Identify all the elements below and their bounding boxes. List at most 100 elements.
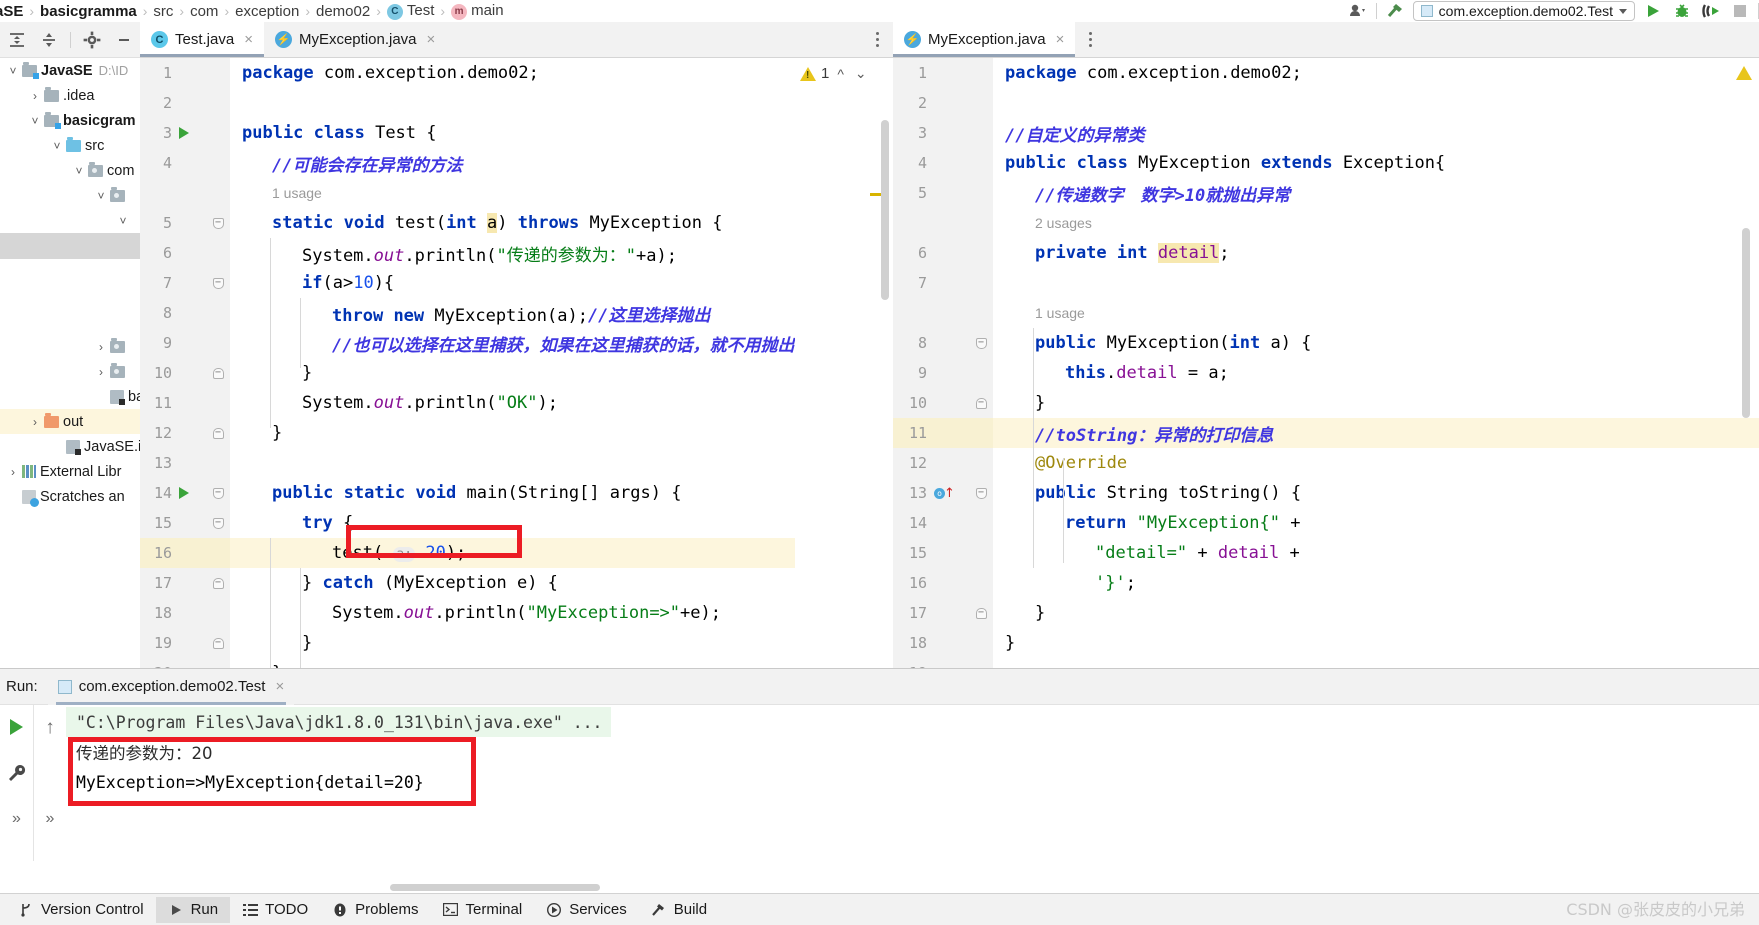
- code-line[interactable]: 2 usages: [893, 208, 1759, 238]
- code-line[interactable]: 1 package com.exception.demo02;: [140, 58, 893, 88]
- editor-left-tabbar[interactable]: C Test.java × ⚡ MyException.java ×: [140, 22, 893, 58]
- settings-gear-icon[interactable]: [81, 29, 103, 51]
- code-line[interactable]: 12 @Override: [893, 448, 1759, 478]
- code-line[interactable]: 11 System.out.println("OK");: [140, 388, 893, 418]
- code-fold-toggle[interactable]: −: [969, 598, 993, 628]
- chevron-down-icon[interactable]: ˅: [114, 214, 132, 228]
- code-fold-toggle[interactable]: −: [206, 508, 230, 538]
- tree-item[interactable]: ›: [0, 359, 140, 384]
- status-bar[interactable]: Version Control Run TODO Problems Terminal Se…: [0, 893, 1759, 925]
- override-gutter-icon[interactable]: o ↑: [934, 487, 955, 500]
- code-line[interactable]: 14 − public static void main(String[] args…: [140, 478, 893, 508]
- hide-panel-icon[interactable]: [113, 29, 135, 51]
- expand-all-icon[interactable]: [6, 29, 28, 51]
- code-line[interactable]: 7 − if(a>10){: [140, 268, 893, 298]
- code-line[interactable]: 19: [893, 658, 1759, 668]
- editor-tab-close-icon[interactable]: ×: [427, 31, 436, 48]
- chevron-down-icon[interactable]: ˅: [70, 164, 88, 178]
- editor-right-scrollbar-thumb[interactable]: [1742, 228, 1750, 418]
- breadcrumb-item-com[interactable]: com: [185, 3, 223, 20]
- fold-close-icon[interactable]: −: [212, 577, 224, 589]
- code-line[interactable]: 3 //自定义的异常类: [893, 118, 1759, 148]
- tree-item[interactable]: [0, 259, 140, 284]
- status-bar-item-todo[interactable]: TODO: [230, 897, 320, 923]
- run-configuration-selector[interactable]: com.exception.demo02.Test: [1412, 1, 1635, 21]
- warning-indicator[interactable]: 1 ^ ⌄: [800, 65, 870, 82]
- editor-tab-close-icon[interactable]: ×: [1056, 31, 1065, 48]
- code-line[interactable]: 20−}: [140, 658, 893, 668]
- code-line[interactable]: 8 − public MyException(int a) {: [893, 328, 1759, 358]
- code-fold-toggle[interactable]: −: [206, 358, 230, 388]
- chevron-down-icon[interactable]: ˅: [48, 139, 66, 153]
- tree-item[interactable]: [0, 309, 140, 334]
- editor-right-code[interactable]: 1 package com.exception.demo02; 2 3 //自定义的异常…: [893, 58, 1759, 668]
- code-fold-toggle[interactable]: −: [206, 628, 230, 658]
- editor-right-warning-icon[interactable]: [1736, 66, 1752, 80]
- fold-open-icon[interactable]: −: [975, 487, 987, 499]
- code-line[interactable]: 19 −}: [140, 628, 893, 658]
- fold-close-icon[interactable]: −: [212, 367, 224, 379]
- wrench-icon[interactable]: [5, 761, 29, 785]
- run-with-coverage-icon[interactable]: [1700, 1, 1722, 21]
- code-line[interactable]: 2: [893, 88, 1759, 118]
- breadcrumb-item-src[interactable]: src: [148, 3, 178, 20]
- code-fold-toggle[interactable]: −: [206, 568, 230, 598]
- tree-item[interactable]: ˅: [0, 208, 140, 233]
- code-fold-toggle[interactable]: −: [206, 268, 230, 298]
- breadcrumb-item-demo02[interactable]: demo02: [311, 3, 375, 20]
- code-line[interactable]: 3 public class Test {: [140, 118, 893, 148]
- code-fold-toggle[interactable]: −: [969, 328, 993, 358]
- chevron-right-icon[interactable]: ›: [26, 89, 44, 103]
- editor-tab-test-java[interactable]: C Test.java ×: [140, 22, 264, 57]
- code-fold-toggle[interactable]: −: [969, 478, 993, 508]
- code-line[interactable]: 14 return "MyException{" +: [893, 508, 1759, 538]
- editor-tab-myexception-java[interactable]: ⚡ MyException.java ×: [893, 22, 1076, 57]
- run-console-output[interactable]: "C:\Program Files\Java\jdk1.8.0_131\bin\…: [66, 705, 1759, 861]
- tree-item-scratches-an[interactable]: Scratches an: [0, 484, 140, 509]
- run-icon[interactable]: [1642, 1, 1664, 21]
- code-line[interactable]: 18 System.out.println("MyException=>"+e);: [140, 598, 893, 628]
- code-line[interactable]: 16 '}';: [893, 568, 1759, 598]
- code-line[interactable]: 15 "detail=" + detail +: [893, 538, 1759, 568]
- fold-open-icon[interactable]: −: [212, 487, 224, 499]
- run-gutter-icon[interactable]: [179, 127, 189, 139]
- status-bar-item-terminal[interactable]: Terminal: [431, 897, 535, 923]
- status-bar-item-run[interactable]: Run: [155, 896, 231, 923]
- fold-close-icon[interactable]: −: [212, 427, 224, 439]
- tree-item--idea[interactable]: › .idea: [0, 83, 140, 108]
- breadcrumb-item-exception[interactable]: exception: [230, 3, 304, 20]
- fold-open-icon[interactable]: −: [212, 217, 224, 229]
- run-gutter-icon[interactable]: [179, 487, 189, 499]
- code-line[interactable]: 9 //也可以选择在这里捕获，如果在这里捕获的话，就不用抛出了: [140, 328, 893, 358]
- hammer-icon[interactable]: [1384, 1, 1406, 21]
- user-icon[interactable]: [1347, 1, 1369, 21]
- code-line[interactable]: 5 //传递数字 数字>10就抛出异常: [893, 178, 1759, 208]
- editor-right-more-options-icon[interactable]: [1075, 22, 1106, 57]
- tree-item-basicg[interactable]: basicg: [0, 384, 140, 409]
- fold-close-icon[interactable]: −: [975, 397, 987, 409]
- status-bar-item-services[interactable]: Services: [534, 897, 639, 923]
- status-bar-item-problems[interactable]: Problems: [320, 897, 430, 923]
- editor-left-inspection-strip[interactable]: 1 ^ ⌄: [795, 58, 893, 668]
- editor-tab-myexception-java[interactable]: ⚡ MyException.java ×: [264, 22, 446, 57]
- code-line[interactable]: 10 −}: [140, 358, 893, 388]
- tree-item-out[interactable]: › out: [0, 409, 140, 434]
- editor-left-code[interactable]: 1 package com.exception.demo02; 2 3 public c…: [140, 58, 893, 668]
- code-line[interactable]: 1 usage: [893, 298, 1759, 328]
- code-line[interactable]: 17 −} catch (MyException e) {: [140, 568, 893, 598]
- expand-more-icon[interactable]: »: [5, 807, 29, 831]
- tree-item-com[interactable]: ˅ com: [0, 158, 140, 183]
- editor-tab-close-icon[interactable]: ×: [244, 31, 253, 48]
- editor-left-more-options-icon[interactable]: [862, 22, 893, 57]
- editor-test-java[interactable]: 1 package com.exception.demo02; 2 3 public c…: [140, 58, 893, 668]
- code-line[interactable]: 15 − try {: [140, 508, 893, 538]
- fold-open-icon[interactable]: −: [212, 517, 224, 529]
- run-icon-sidebar[interactable]: [5, 715, 29, 739]
- fold-open-icon[interactable]: −: [212, 277, 224, 289]
- editor-right-tabbar[interactable]: ⚡ MyException.java ×: [893, 22, 1759, 58]
- status-bar-item-version-control[interactable]: Version Control: [6, 897, 156, 923]
- editor-left-scrollbar-thumb[interactable]: [881, 120, 889, 300]
- run-tab-close-icon[interactable]: ×: [275, 678, 284, 695]
- fold-open-icon[interactable]: −: [975, 337, 987, 349]
- chevron-right-icon[interactable]: ›: [26, 415, 44, 429]
